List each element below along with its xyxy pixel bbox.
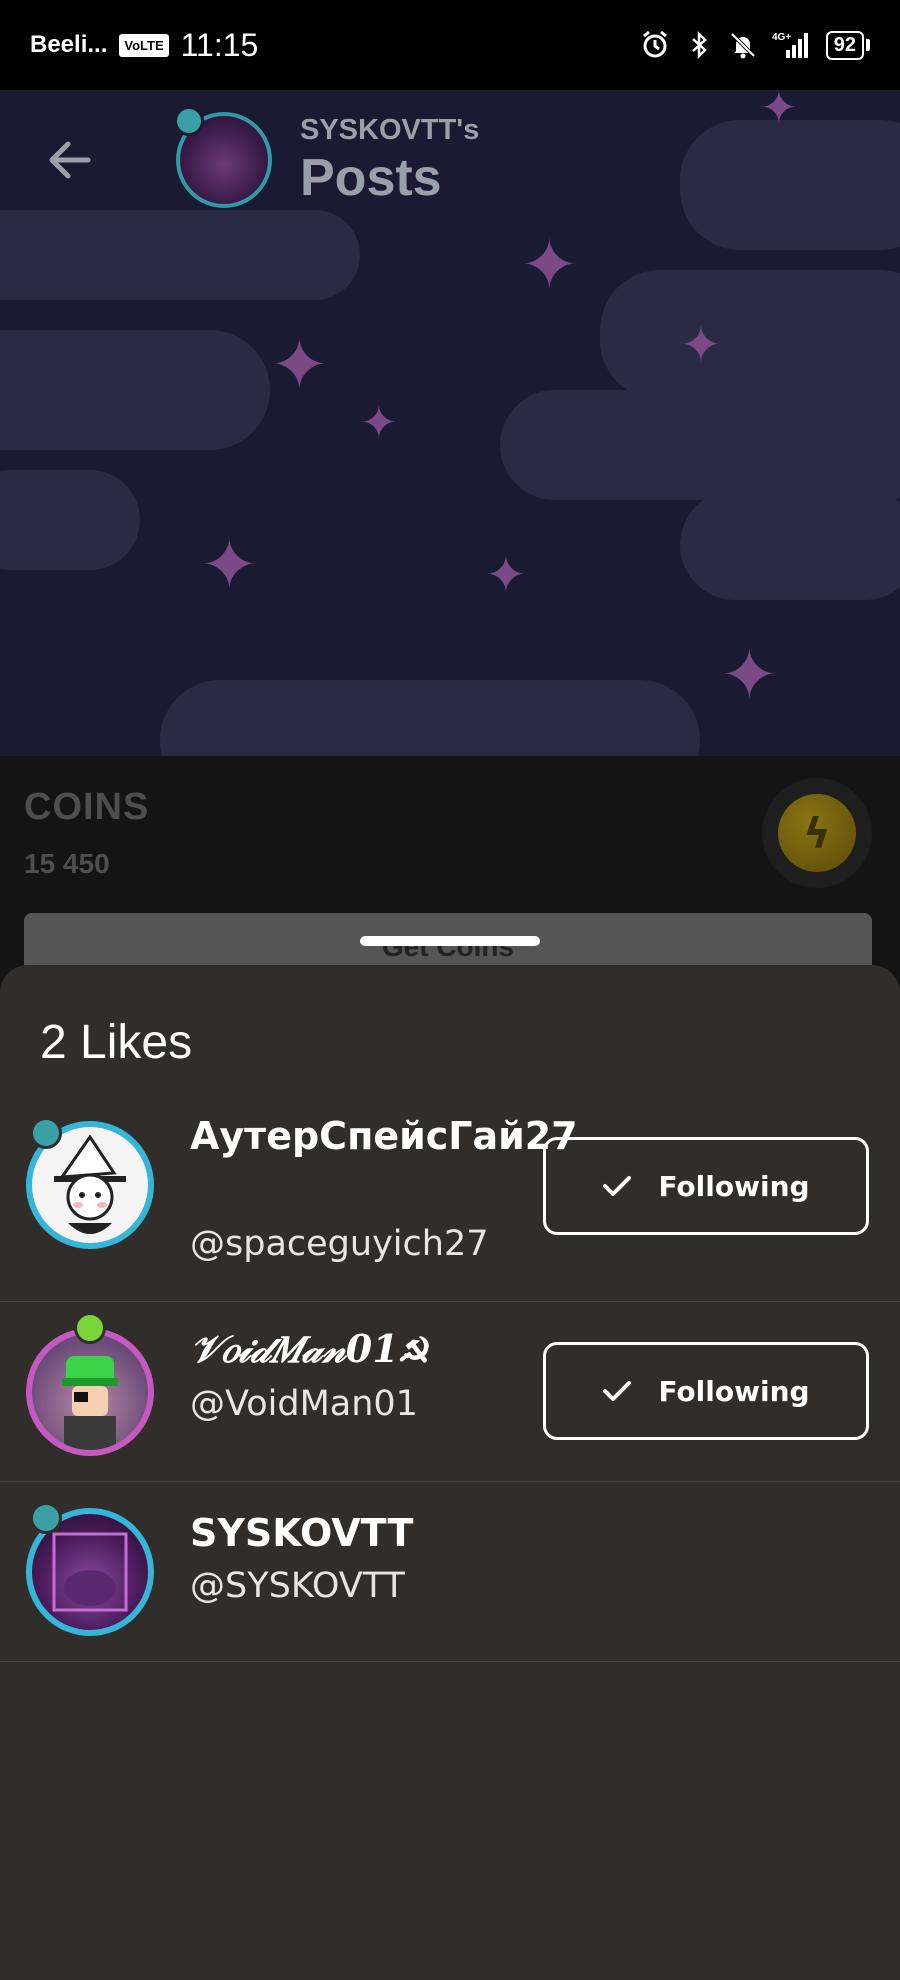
coins-value: 15 450 bbox=[24, 848, 110, 879]
check-icon bbox=[603, 1381, 632, 1401]
bluetooth-icon bbox=[691, 30, 707, 60]
alarm-icon bbox=[642, 30, 667, 58]
avatar-illustration bbox=[62, 1356, 118, 1450]
following-button[interactable]: Following bbox=[543, 1137, 869, 1235]
posts-owner: SYSKOVTT's bbox=[300, 114, 480, 146]
like-user-row[interactable]: АутерСпейсГай27 @spaceguyich27 Following bbox=[0, 1097, 900, 1302]
back-button[interactable] bbox=[40, 130, 100, 190]
coin-icon: ϟ bbox=[762, 778, 872, 888]
network-type: 4G+ bbox=[772, 32, 791, 43]
battery-icon: 92 bbox=[825, 30, 870, 60]
coins-label: COINS bbox=[24, 786, 150, 828]
sheet-drag-handle[interactable] bbox=[360, 936, 540, 946]
likes-count-title: 2 Likes bbox=[40, 1016, 193, 1069]
avatar-badge-icon bbox=[30, 1502, 62, 1534]
like-user-row[interactable]: SYSKOVTT @SYSKOVTT bbox=[0, 1482, 900, 1662]
page-header: SYSKOVTT's Posts bbox=[0, 90, 900, 230]
following-button[interactable]: Following bbox=[543, 1342, 869, 1440]
user-handle: @VoidMan01 bbox=[190, 1384, 418, 1424]
volte-badge: VoLTE bbox=[119, 33, 169, 57]
like-user-row[interactable]: 𝒱𝑜𝒾𝒹𝑀𝒶𝓃01☭ @VoidMan01 Following bbox=[0, 1302, 900, 1482]
signal-icon: 4G+ bbox=[772, 32, 808, 58]
status-bar: Beeli... VoLTE 11:15 4G+ 92 bbox=[0, 0, 900, 90]
user-handle: @spaceguyich27 bbox=[190, 1224, 489, 1264]
page-title: Posts bbox=[300, 149, 442, 207]
following-label: Following bbox=[658, 1169, 810, 1203]
arrow-left-icon bbox=[49, 141, 91, 179]
frog-badge-icon bbox=[74, 1312, 106, 1344]
header-avatar[interactable] bbox=[174, 106, 272, 208]
following-label: Following bbox=[658, 1374, 810, 1408]
check-icon bbox=[603, 1176, 632, 1196]
status-time: 11:15 bbox=[180, 26, 259, 63]
user-display-name: 𝒱𝑜𝒾𝒹𝑀𝒶𝓃01☭ bbox=[190, 1326, 428, 1371]
user-display-name: АутерСпейсГай27 bbox=[190, 1114, 578, 1158]
carrier-name: Beeli... bbox=[30, 31, 108, 58]
user-display-name: SYSKOVTT bbox=[190, 1511, 414, 1555]
user-avatar[interactable] bbox=[26, 1328, 154, 1456]
likes-sheet: 2 Likes АутерСпейсГай27 @spaceguyich27 F… bbox=[0, 965, 900, 1980]
avatar-badge-icon bbox=[174, 106, 204, 136]
battery-level: 92 bbox=[825, 30, 864, 60]
user-handle: @SYSKOVTT bbox=[190, 1566, 405, 1606]
bell-off-icon bbox=[730, 32, 756, 59]
avatar-badge-icon bbox=[30, 1117, 62, 1149]
